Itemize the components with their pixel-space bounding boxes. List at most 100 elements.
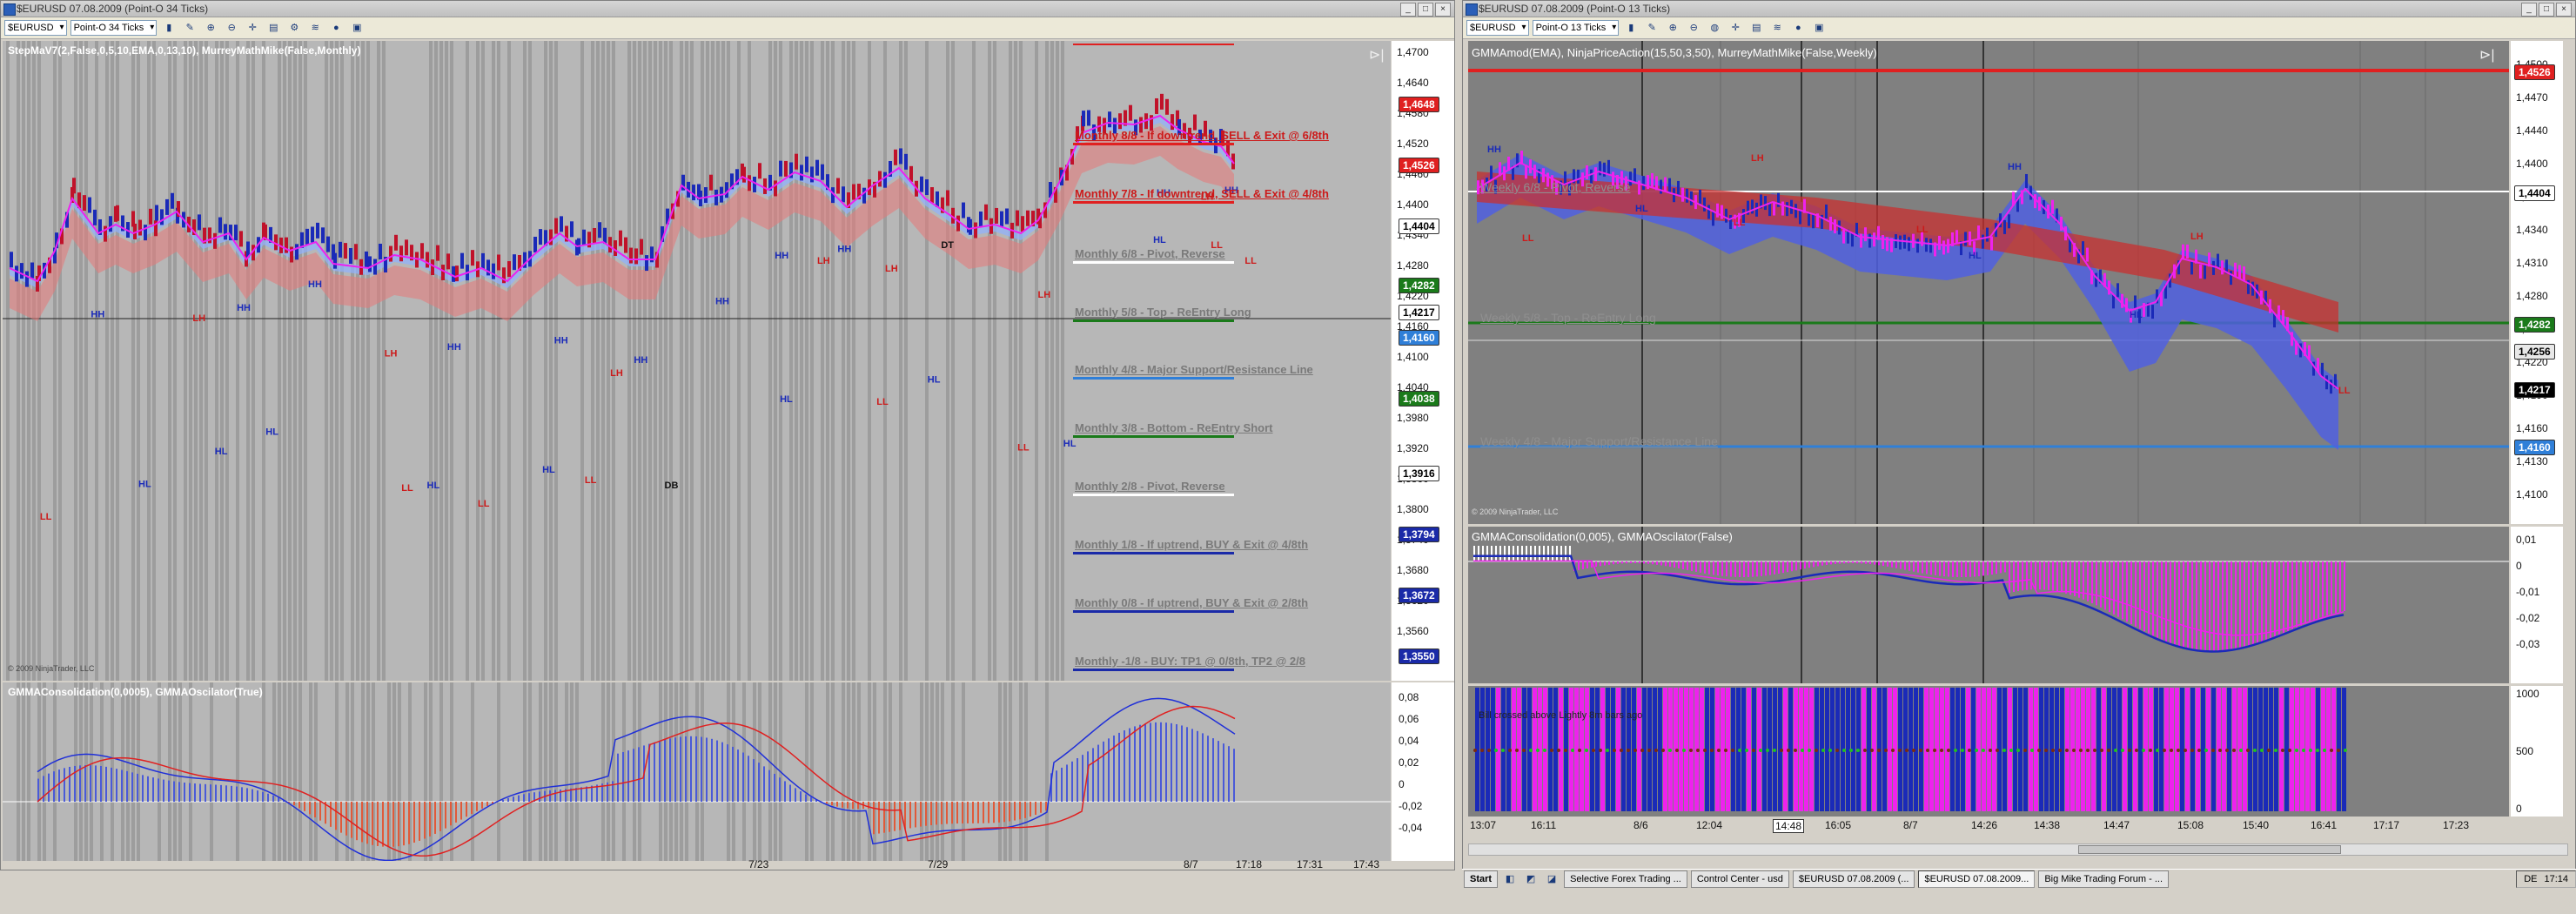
time-tick-label: 14:38 bbox=[2034, 819, 2061, 831]
price-bar bbox=[1794, 204, 1797, 218]
strategies-icon[interactable]: ⚙ bbox=[285, 19, 303, 37]
zoom-in-icon[interactable]: ⊕ bbox=[202, 19, 219, 37]
price-bar bbox=[753, 176, 756, 192]
session-shade bbox=[74, 41, 77, 681]
oscillator-bar bbox=[988, 802, 989, 823]
time-tick-label: 16:11 bbox=[1531, 819, 1557, 831]
right-window-titlebar[interactable]: $EURUSD 07.08.2009 (Point-O 13 Ticks) _ … bbox=[1463, 1, 2575, 17]
oscillator-bar bbox=[1869, 561, 1871, 565]
consolidation-dot bbox=[2184, 749, 2187, 752]
price-bar bbox=[218, 217, 222, 233]
oscillator-bar bbox=[1909, 561, 1910, 571]
alert-icon[interactable]: ● bbox=[327, 19, 345, 37]
taskbar-item[interactable]: $EURUSD 07.08.2009 (... bbox=[1792, 870, 1915, 888]
session-shade bbox=[205, 41, 208, 681]
oscillator-bar bbox=[1974, 561, 1976, 577]
close-icon[interactable]: × bbox=[1435, 3, 1451, 17]
collapse-panel-icon[interactable]: ⊳| bbox=[1369, 46, 1385, 64]
zoom-out-icon[interactable]: ⊖ bbox=[1685, 19, 1702, 37]
consolidation-dot bbox=[2218, 749, 2222, 752]
right-chart-window: $EURUSD 07.08.2009 (Point-O 13 Ticks) _ … bbox=[1462, 0, 2576, 870]
taskbar-item[interactable]: Selective Forex Trading ... bbox=[1564, 870, 1687, 888]
price-bar bbox=[1851, 232, 1854, 247]
price-bar bbox=[1912, 233, 1915, 248]
taskbar-item-active[interactable]: $EURUSD 07.08.2009... bbox=[1918, 870, 2036, 888]
oscillator-bar bbox=[2309, 561, 2311, 622]
indicators-icon[interactable]: ≋ bbox=[1768, 19, 1786, 37]
price-bar bbox=[455, 265, 459, 282]
maximize-icon[interactable]: □ bbox=[2539, 3, 2554, 17]
zoom-out-icon[interactable]: ⊖ bbox=[223, 19, 240, 37]
templates-icon[interactable]: ▣ bbox=[1810, 19, 1828, 37]
oscillator-bar bbox=[1556, 546, 1558, 561]
scrollbar-thumb[interactable] bbox=[2078, 845, 2341, 854]
properties-icon[interactable]: ▤ bbox=[265, 19, 282, 37]
oscillator-bar bbox=[2217, 561, 2219, 652]
templates-icon[interactable]: ▣ bbox=[348, 19, 366, 37]
quicklaunch-icon[interactable]: ◧ bbox=[1501, 870, 1519, 888]
consolidation-dot bbox=[2177, 749, 2180, 752]
price-marker: 1,4404 bbox=[1399, 218, 1439, 234]
oscillator-bar bbox=[1778, 561, 1780, 575]
price-bar bbox=[452, 265, 455, 282]
consolidation-dot bbox=[2100, 749, 2103, 752]
alert-icon[interactable]: ● bbox=[1789, 19, 1807, 37]
instrument-select[interactable]: $EURUSD bbox=[4, 20, 67, 36]
session-shade bbox=[883, 682, 887, 861]
draw-tool-icon[interactable]: ✎ bbox=[181, 19, 198, 37]
price-marker: 1,4160 bbox=[2514, 440, 2555, 455]
zoom-in-icon[interactable]: ⊕ bbox=[1664, 19, 1681, 37]
price-bar bbox=[446, 253, 450, 270]
bar-type-icon[interactable]: ▮ bbox=[160, 19, 178, 37]
oscillator-bar bbox=[2104, 561, 2106, 610]
globe-icon[interactable]: ◍ bbox=[1706, 19, 1723, 37]
price-bar bbox=[160, 209, 164, 225]
session-shade bbox=[105, 41, 109, 681]
price-bar bbox=[441, 265, 445, 281]
minimize-icon[interactable]: _ bbox=[2521, 3, 2537, 17]
consolidation-signal-text: Bill crossed above Lightly 8m bars ago bbox=[1479, 710, 1643, 721]
instrument-select[interactable]: $EURUSD bbox=[1466, 20, 1529, 36]
interval-select[interactable]: Point-O 34 Ticks bbox=[70, 20, 158, 36]
oscillator-bar bbox=[429, 802, 431, 837]
price-bar bbox=[862, 187, 866, 204]
quicklaunch-icon[interactable]: ◩ bbox=[1522, 870, 1540, 888]
right-consolidation-pane[interactable]: Bill crossed above Lightly 8m bars ago bbox=[1468, 686, 2509, 817]
minimize-icon[interactable]: _ bbox=[1400, 3, 1416, 17]
taskbar-item[interactable]: Big Mike Trading Forum - ... bbox=[2038, 870, 2170, 888]
price-bar bbox=[481, 252, 485, 269]
swing-label: LL bbox=[1017, 443, 1030, 454]
session-shade bbox=[779, 41, 782, 681]
right-oscillator-pane[interactable]: GMMAConsolidation(0,005), GMMAOscilator(… bbox=[1468, 527, 2509, 683]
indicators-icon[interactable]: ≋ bbox=[306, 19, 324, 37]
start-button[interactable]: Start bbox=[1464, 870, 1499, 888]
collapse-panel-icon[interactable]: ⊳| bbox=[2479, 46, 2495, 64]
consolidation-dot bbox=[1821, 749, 1825, 752]
oscillator-bar bbox=[554, 790, 556, 802]
right-horizontal-scrollbar[interactable] bbox=[1468, 843, 2568, 856]
taskbar-item[interactable]: Control Center - usd bbox=[1690, 870, 1789, 888]
oscillator-bar bbox=[158, 778, 159, 802]
maximize-icon[interactable]: □ bbox=[1418, 3, 1433, 17]
oscillator-bar bbox=[1003, 802, 1005, 823]
price-bar bbox=[810, 166, 814, 183]
crosshair-icon[interactable]: ✛ bbox=[244, 19, 261, 37]
session-shade bbox=[575, 682, 579, 861]
close-icon[interactable]: × bbox=[2556, 3, 2572, 17]
left-price-pane[interactable]: HH LH HH HH HL HL LL HL LH LL HH HL LL HH HL LH HH DB LL HH… bbox=[3, 41, 1391, 681]
properties-icon[interactable]: ▤ bbox=[1748, 19, 1765, 37]
left-oscillator-pane[interactable]: GMMAConsolidation(0,0005), GMMAOscilator… bbox=[3, 682, 1391, 861]
quicklaunch-icon[interactable]: ◪ bbox=[1543, 870, 1560, 888]
price-bar bbox=[2186, 244, 2189, 259]
oscillator-bar bbox=[1656, 561, 1658, 565]
crosshair-icon[interactable]: ✛ bbox=[1727, 19, 1744, 37]
right-price-pane[interactable]: HH LL HL LL LH LL HL HH HL LH LL GMMAmod(EMA), Nin… bbox=[1468, 41, 2509, 524]
session-shade bbox=[37, 41, 41, 681]
price-bar bbox=[904, 153, 908, 170]
bar-type-icon[interactable]: ▮ bbox=[1622, 19, 1640, 37]
draw-tool-icon[interactable]: ✎ bbox=[1643, 19, 1660, 37]
left-window-titlebar[interactable]: $EURUSD 07.08.2009 (Point-O 34 Ticks) _ … bbox=[1, 1, 1454, 17]
interval-select[interactable]: Point-O 13 Ticks bbox=[1532, 20, 1620, 36]
language-indicator[interactable]: DE bbox=[2524, 871, 2537, 887]
price-bar bbox=[758, 163, 761, 179]
